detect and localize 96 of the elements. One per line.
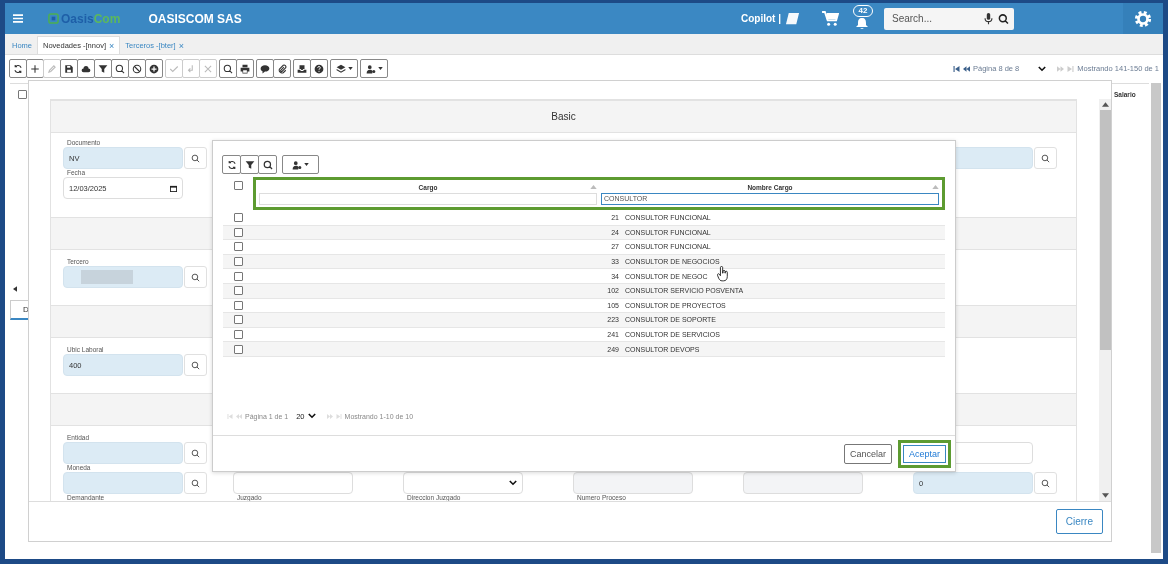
search-icon — [191, 360, 200, 370]
company-name: OASISCOM SAS — [148, 11, 242, 26]
user-gear-icon — [365, 63, 376, 74]
search-field[interactable]: Search... — [884, 7, 1014, 30]
cloud-button[interactable] — [77, 59, 95, 78]
printer-icon — [240, 63, 250, 74]
previous-page-icon[interactable] — [962, 65, 970, 72]
search-icon[interactable] — [998, 12, 1009, 25]
user-gear-icon — [292, 159, 302, 170]
search-icon — [191, 272, 200, 282]
logo-text: OasisCom — [61, 11, 121, 26]
pencil-icon — [47, 63, 57, 74]
caret-icon — [509, 480, 517, 486]
help-button[interactable] — [310, 59, 328, 78]
checkbox[interactable] — [233, 300, 243, 310]
readonly-field[interactable] — [743, 472, 863, 494]
speech-bubble-icon — [260, 63, 270, 74]
checkbox[interactable] — [233, 330, 243, 340]
lookup-field[interactable] — [63, 442, 183, 464]
refresh-icon — [226, 159, 237, 170]
layers-button[interactable] — [330, 59, 358, 78]
caret-icon — [304, 163, 309, 166]
lookup-field[interactable] — [63, 472, 183, 494]
search-icon — [191, 478, 200, 488]
menu-icon[interactable] — [13, 14, 23, 23]
layers-icon — [335, 63, 346, 74]
checkbox[interactable] — [233, 257, 243, 267]
search-icon — [191, 153, 200, 163]
scroll-up-icon[interactable] — [1101, 102, 1109, 107]
search-icon — [1041, 153, 1050, 163]
checkbox[interactable] — [233, 213, 243, 223]
plus-circle-button[interactable] — [145, 59, 163, 78]
refresh-button[interactable] — [222, 155, 241, 174]
refresh-icon — [13, 63, 23, 74]
magnifier-icon — [262, 159, 273, 170]
printer-button[interactable] — [236, 59, 254, 78]
tray-icon — [297, 63, 307, 74]
filter-icon — [244, 159, 255, 170]
lookup-field[interactable] — [63, 266, 183, 288]
filter-button[interactable] — [240, 155, 259, 174]
copilot-icon[interactable] — [785, 11, 800, 26]
checkbox[interactable] — [233, 227, 243, 237]
first-page-icon[interactable] — [952, 65, 960, 72]
filter-button[interactable] — [94, 59, 112, 78]
user-gear-button[interactable] — [282, 155, 319, 174]
cloud-icon — [81, 63, 91, 74]
scrollbar[interactable] — [1151, 83, 1161, 553]
chevron-down-icon[interactable] — [307, 413, 316, 419]
scrollbar[interactable] — [1099, 99, 1111, 501]
collapse-arrow-icon[interactable] — [13, 286, 17, 292]
copilot-link[interactable]: Copilot | — [741, 13, 781, 24]
user-gear-button[interactable] — [360, 59, 388, 78]
filter-field[interactable] — [259, 192, 597, 205]
checkbox[interactable] — [18, 89, 27, 99]
search-icon — [191, 448, 200, 458]
plus-icon — [30, 63, 40, 74]
calendar-icon[interactable] — [170, 184, 177, 192]
magnifier-button[interactable] — [258, 155, 277, 174]
magnifier-button[interactable] — [111, 59, 129, 78]
help-icon — [314, 63, 324, 74]
checkbox[interactable] — [233, 242, 243, 252]
tray-button[interactable] — [293, 59, 311, 78]
ban-icon — [132, 63, 142, 74]
floppy-disk-button[interactable] — [60, 59, 78, 78]
refresh-button[interactable] — [9, 59, 27, 78]
checkbox[interactable] — [233, 271, 243, 281]
input-field[interactable] — [233, 472, 353, 494]
paperclip-button[interactable] — [273, 59, 291, 78]
checkbox[interactable] — [233, 344, 243, 354]
cancel-button[interactable]: Cancelar — [843, 443, 892, 464]
magnifier-icon — [115, 63, 125, 74]
notification-badge[interactable]: 42 — [853, 5, 873, 17]
accept-button[interactable]: Aceptar — [897, 439, 951, 468]
close-button[interactable]: Cierre — [1055, 509, 1103, 534]
checkbox[interactable] — [233, 181, 243, 190]
microphone-icon[interactable] — [983, 12, 994, 25]
speech-bubble-button[interactable] — [256, 59, 274, 78]
filter-icon — [98, 63, 108, 74]
scroll-down-icon[interactable] — [1101, 493, 1109, 498]
close-icon — [203, 63, 213, 74]
arrow-icon — [186, 63, 196, 74]
paperclip-icon — [277, 63, 287, 74]
search-button[interactable] — [219, 59, 237, 78]
settings-icon[interactable] — [1134, 9, 1152, 28]
cart-icon[interactable] — [822, 11, 839, 26]
ban-button[interactable] — [128, 59, 146, 78]
section-header: Basic — [51, 100, 1076, 133]
check-icon — [169, 63, 179, 74]
bell-icon[interactable] — [855, 17, 869, 29]
logo-icon — [48, 13, 59, 24]
checkbox[interactable] — [233, 286, 243, 296]
search-icon — [1041, 478, 1050, 488]
checkbox[interactable] — [233, 315, 243, 325]
chevron-down-icon[interactable] — [1038, 65, 1047, 72]
readonly-field[interactable] — [573, 472, 693, 494]
search-icon — [223, 63, 233, 74]
